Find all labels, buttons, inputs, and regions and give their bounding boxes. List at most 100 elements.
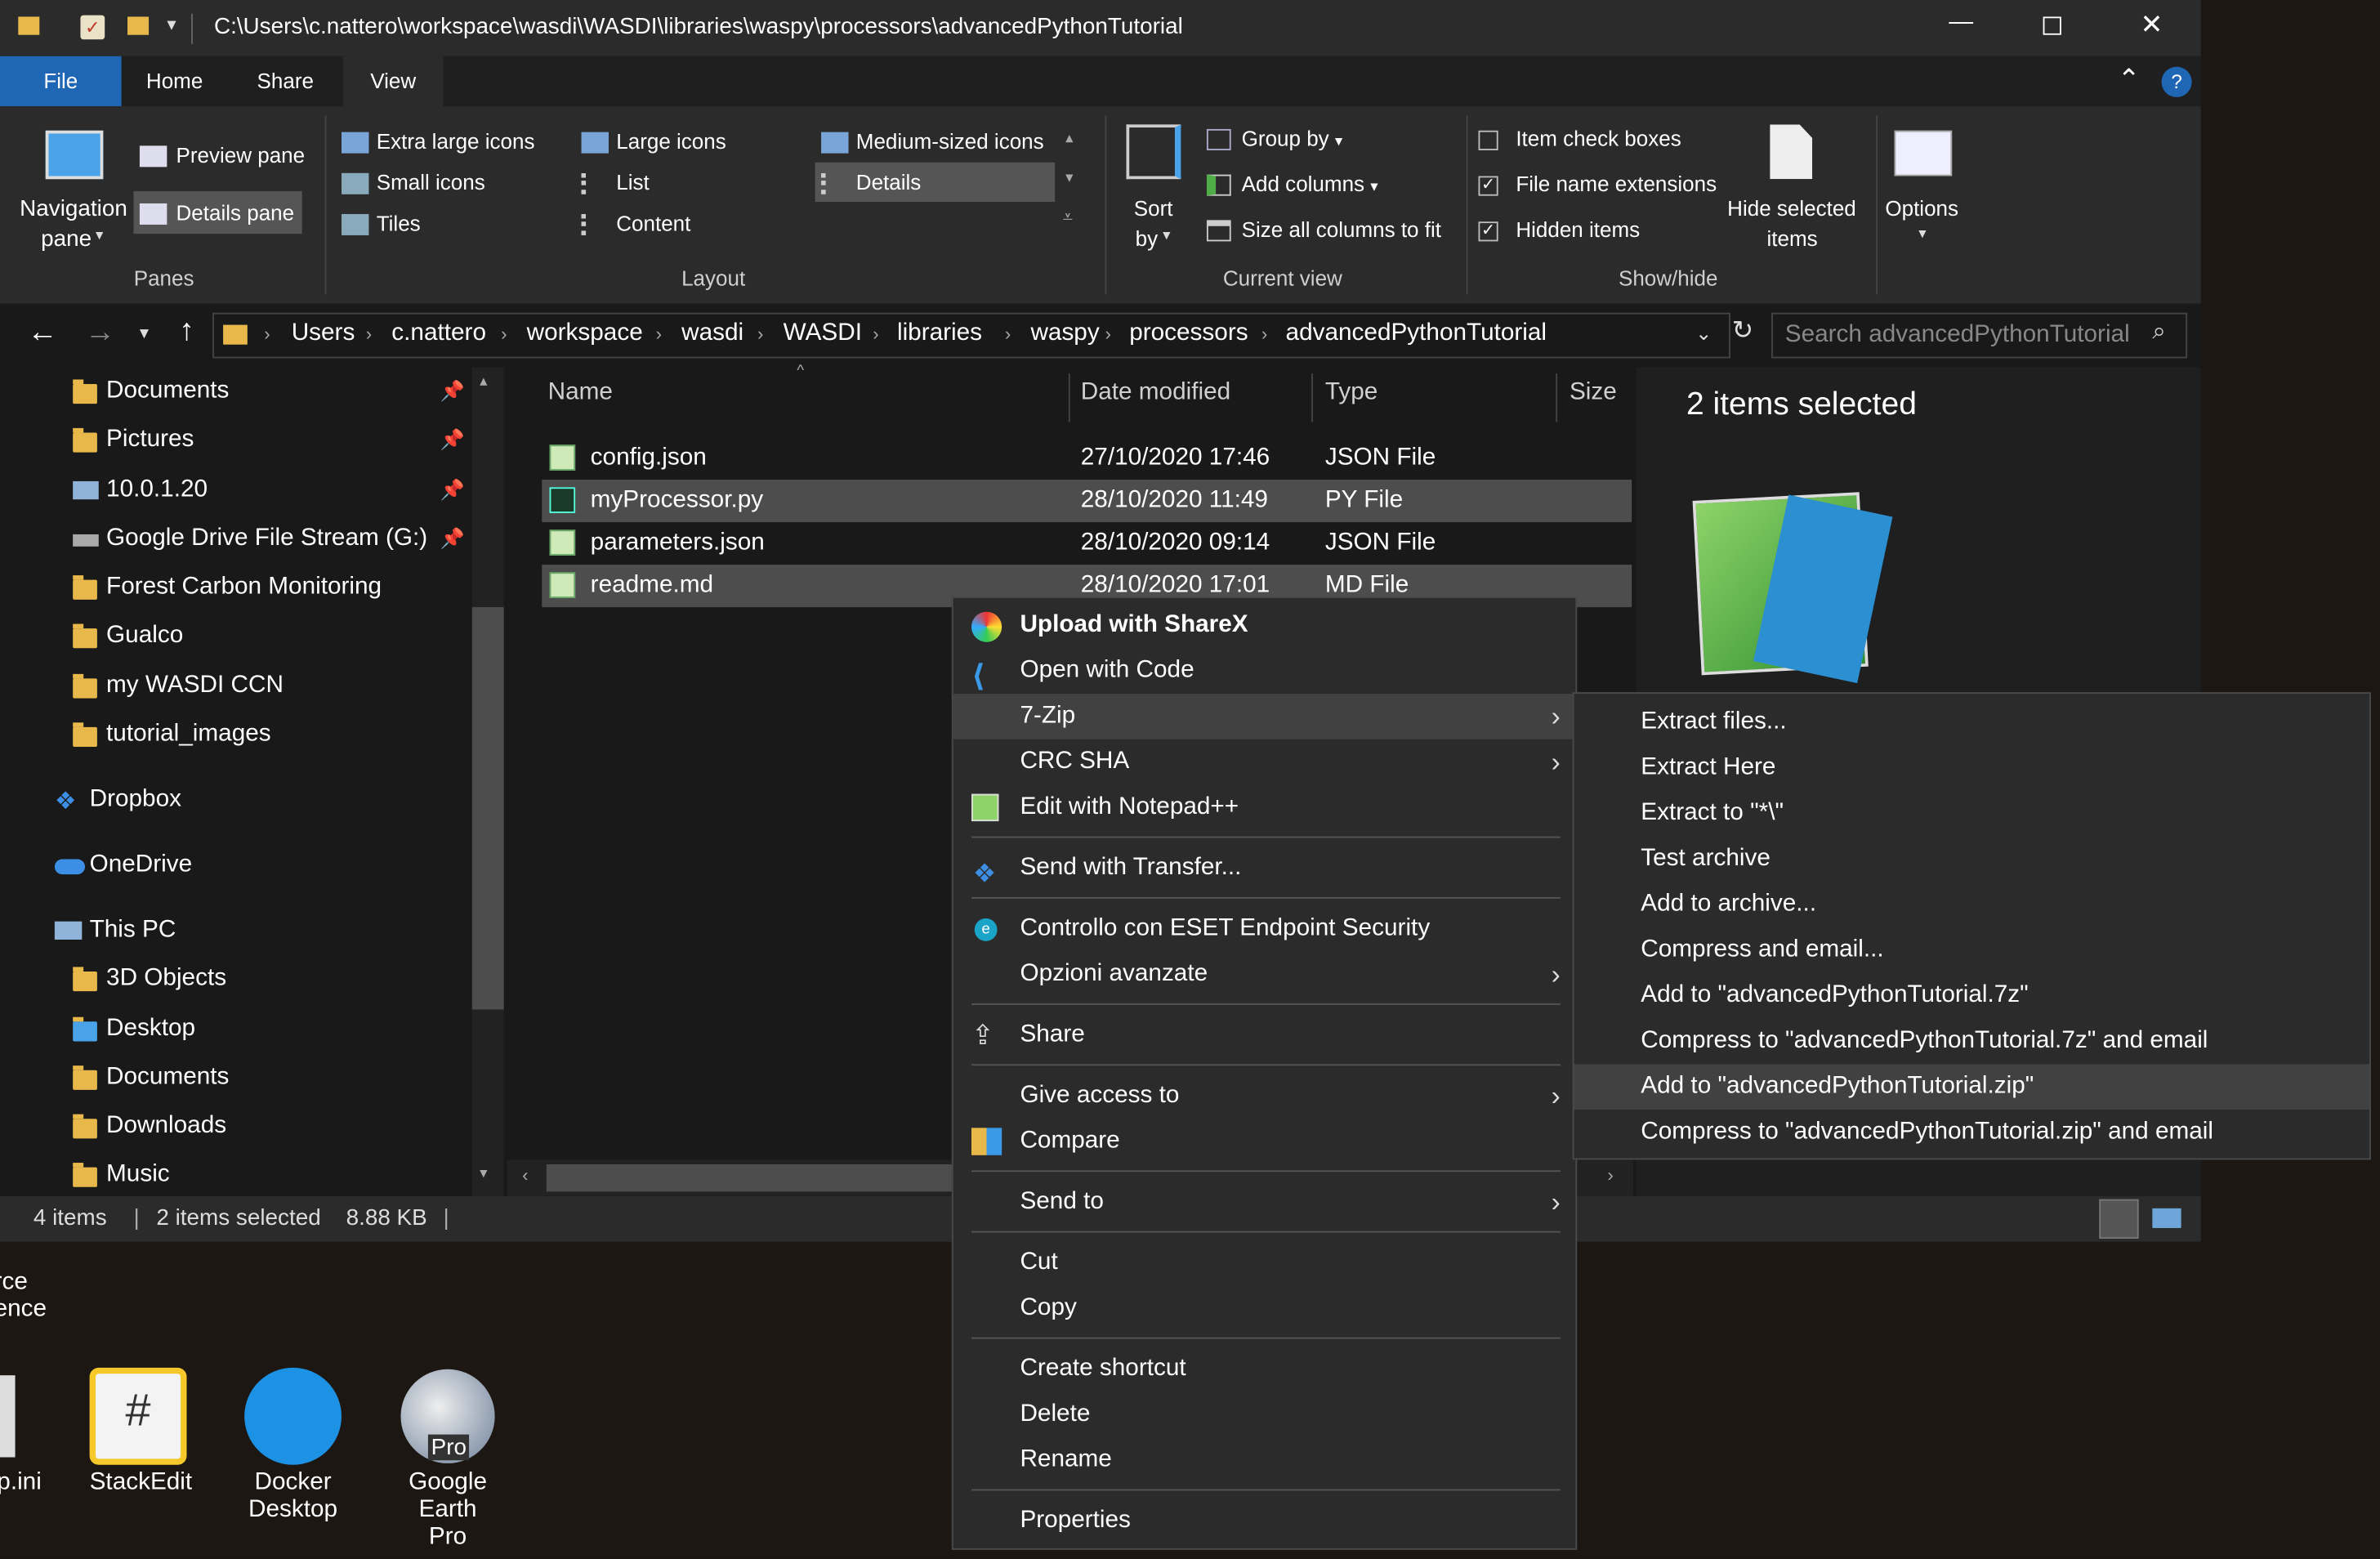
sort-by-label[interactable]: by bbox=[1136, 226, 1158, 251]
breadcrumb-processors[interactable]: processors bbox=[1129, 320, 1248, 347]
help-icon[interactable]: ? bbox=[2161, 66, 2192, 97]
submenu-compress-zip-email[interactable]: Compress to "advancedPythonTutorial.zip"… bbox=[1574, 1110, 2369, 1155]
stackedit-icon[interactable]: # bbox=[89, 1367, 187, 1465]
scrollbar-thumb[interactable] bbox=[471, 607, 504, 1010]
details-pane-button[interactable]: Details pane bbox=[133, 191, 302, 235]
breadcrumb-workspace[interactable]: workspace bbox=[527, 320, 643, 347]
breadcrumb-users[interactable]: Users bbox=[292, 320, 355, 347]
medium-icons-button[interactable]: Medium-sized icons bbox=[821, 129, 1044, 154]
breadcrumb-current[interactable]: advancedPythonTutorial bbox=[1286, 320, 1547, 347]
nav-item-3d-objects[interactable]: 3D Objects bbox=[73, 966, 226, 993]
maximize-button[interactable] bbox=[2043, 16, 2061, 35]
menu-item-cut[interactable]: Cut bbox=[953, 1240, 1576, 1286]
nav-item-google-drive[interactable]: Google Drive File Stream (G:) bbox=[73, 525, 427, 552]
nav-item-this-pc[interactable]: This PC bbox=[54, 917, 176, 944]
nav-item-music[interactable]: Music bbox=[73, 1161, 170, 1188]
table-row[interactable]: config.json 27/10/2020 17:46 JSON File bbox=[542, 437, 1632, 480]
desktop-label-docker[interactable]: Docker Desktop bbox=[243, 1469, 343, 1524]
menu-item-share[interactable]: ⇪ Share bbox=[953, 1012, 1576, 1058]
nav-item-tutorial-images[interactable]: tutorial_images bbox=[73, 721, 271, 748]
tiles-button[interactable]: Tiles bbox=[342, 211, 421, 236]
menu-item-rename[interactable]: Rename bbox=[953, 1437, 1576, 1483]
menu-item-eset-advanced[interactable]: Opzioni avanzate › bbox=[953, 952, 1576, 998]
scroll-left-icon[interactable]: ‹ bbox=[522, 1164, 528, 1186]
menu-item-7zip[interactable]: 7-Zip › bbox=[953, 694, 1576, 739]
table-row[interactable]: parameters.json 28/10/2020 09:14 JSON Fi… bbox=[542, 522, 1632, 565]
nav-item-pictures[interactable]: Pictures bbox=[73, 427, 194, 453]
submenu-extract-here[interactable]: Extract Here bbox=[1574, 745, 2369, 791]
submenu-extract-files[interactable]: Extract files... bbox=[1574, 699, 2369, 745]
list-button[interactable]: List bbox=[581, 170, 650, 195]
menu-item-give-access[interactable]: Give access to › bbox=[953, 1073, 1576, 1119]
desktop-label-google-earth[interactable]: Google Earth Pro bbox=[377, 1469, 520, 1551]
submenu-add-to-archive[interactable]: Add to archive... bbox=[1574, 882, 2369, 927]
column-header-type[interactable]: Type bbox=[1325, 379, 1378, 406]
checkbox-checked[interactable]: ✓ bbox=[1478, 221, 1498, 242]
menu-item-create-shortcut[interactable]: Create shortcut bbox=[953, 1347, 1576, 1392]
add-columns-button[interactable]: Add columns ▾ bbox=[1206, 172, 1378, 197]
nav-item-desktop[interactable]: Desktop bbox=[73, 1016, 195, 1043]
menu-item-upload-sharex[interactable]: Upload with ShareX bbox=[953, 603, 1576, 649]
extra-large-icons-button[interactable]: Extra large icons bbox=[342, 129, 534, 154]
hide-selected-label[interactable]: Hide selected bbox=[1727, 196, 1856, 221]
column-header-size[interactable]: Size bbox=[1570, 379, 1617, 406]
menu-item-eset-scan[interactable]: e Controllo con ESET Endpoint Security bbox=[953, 906, 1576, 952]
properties-icon[interactable]: ✓ bbox=[80, 15, 105, 40]
submenu-extract-to[interactable]: Extract to "*\" bbox=[1574, 791, 2369, 837]
column-header-name[interactable]: Name bbox=[548, 379, 613, 406]
refresh-icon[interactable]: ↻ bbox=[1732, 315, 1753, 346]
layout-scroll-down-icon[interactable]: ▾ bbox=[1065, 170, 1073, 186]
minimize-button[interactable]: — bbox=[1949, 9, 1973, 36]
tab-file[interactable]: File bbox=[0, 56, 122, 107]
breadcrumb-cnattero[interactable]: c.nattero bbox=[391, 320, 486, 347]
menu-item-copy[interactable]: Copy bbox=[953, 1286, 1576, 1332]
large-icons-view-icon[interactable] bbox=[2152, 1208, 2181, 1228]
details-layout-button[interactable]: Details bbox=[815, 162, 1056, 203]
scrollbar-thumb[interactable] bbox=[546, 1164, 1002, 1192]
scroll-up-icon[interactable]: ▴ bbox=[480, 373, 487, 390]
submenu-compress-7z-email[interactable]: Compress to "advancedPythonTutorial.7z" … bbox=[1574, 1019, 2369, 1065]
table-row-selected[interactable]: myProcessor.py 28/10/2020 11:49 PY File bbox=[542, 480, 1632, 523]
nav-scrollbar[interactable]: ▴ ▾ bbox=[471, 367, 504, 1196]
menu-item-crc-sha[interactable]: CRC SHA › bbox=[953, 739, 1576, 785]
tab-view[interactable]: View bbox=[342, 56, 444, 107]
column-header-date[interactable]: Date modified bbox=[1081, 379, 1230, 406]
menu-item-compare[interactable]: Compare bbox=[953, 1119, 1576, 1164]
breadcrumb-WASDI[interactable]: WASDI bbox=[784, 320, 862, 347]
menu-item-send-to[interactable]: Send to › bbox=[953, 1180, 1576, 1226]
scroll-down-icon[interactable]: ▾ bbox=[480, 1166, 487, 1182]
new-folder-icon[interactable] bbox=[127, 16, 150, 35]
group-by-button[interactable]: Group by ▾ bbox=[1206, 126, 1342, 151]
nav-item-documents[interactable]: Documents bbox=[73, 378, 229, 405]
collapse-ribbon-icon[interactable]: ⌃ bbox=[2118, 64, 2141, 96]
details-view-icon[interactable] bbox=[2099, 1199, 2139, 1239]
options-button[interactable]: Options bbox=[1885, 196, 1958, 221]
pin-icon[interactable]: 📌 bbox=[440, 478, 465, 503]
desktop-icon-label-partial[interactable]: rceence bbox=[0, 1269, 47, 1324]
close-button[interactable]: ✕ bbox=[2140, 9, 2163, 41]
back-icon[interactable]: ← bbox=[27, 315, 57, 351]
ini-file-icon[interactable] bbox=[0, 1375, 16, 1458]
menu-item-edit-notepad[interactable]: Edit with Notepad++ bbox=[953, 784, 1576, 830]
nav-item-my-wasdi-ccn[interactable]: my WASDI CCN bbox=[73, 672, 284, 699]
nav-item-network-drive[interactable]: 10.0.1.20 bbox=[73, 476, 208, 503]
tab-share[interactable]: Share bbox=[228, 56, 343, 106]
nav-item-downloads[interactable]: Downloads bbox=[73, 1113, 226, 1140]
pin-icon[interactable]: 📌 bbox=[440, 428, 465, 453]
nav-item-gualco[interactable]: Gualco bbox=[73, 623, 183, 650]
submenu-add-to-zip[interactable]: Add to "advancedPythonTutorial.zip" bbox=[1574, 1064, 2370, 1110]
scroll-right-icon[interactable]: › bbox=[1607, 1164, 1613, 1186]
layout-scroll-up-icon[interactable]: ▴ bbox=[1065, 131, 1073, 147]
hidden-items-toggle[interactable]: ✓ Hidden items bbox=[1478, 217, 1640, 242]
sort-label[interactable]: Sort bbox=[1134, 196, 1173, 221]
breadcrumb-waspy[interactable]: waspy bbox=[1030, 320, 1099, 347]
submenu-add-to-7z[interactable]: Add to "advancedPythonTutorial.7z" bbox=[1574, 973, 2369, 1019]
item-check-boxes-toggle[interactable]: Item check boxes bbox=[1478, 126, 1681, 150]
small-icons-button[interactable]: Small icons bbox=[342, 170, 485, 195]
nav-item-onedrive[interactable]: OneDrive bbox=[54, 851, 192, 878]
menu-item-delete[interactable]: Delete bbox=[953, 1392, 1576, 1438]
quick-access-dropdown-icon[interactable]: ▾ bbox=[167, 14, 176, 35]
submenu-compress-email[interactable]: Compress and email... bbox=[1574, 927, 2369, 973]
layout-expand-icon[interactable]: ⩡ bbox=[1062, 207, 1073, 230]
forward-icon[interactable]: → bbox=[85, 315, 115, 351]
